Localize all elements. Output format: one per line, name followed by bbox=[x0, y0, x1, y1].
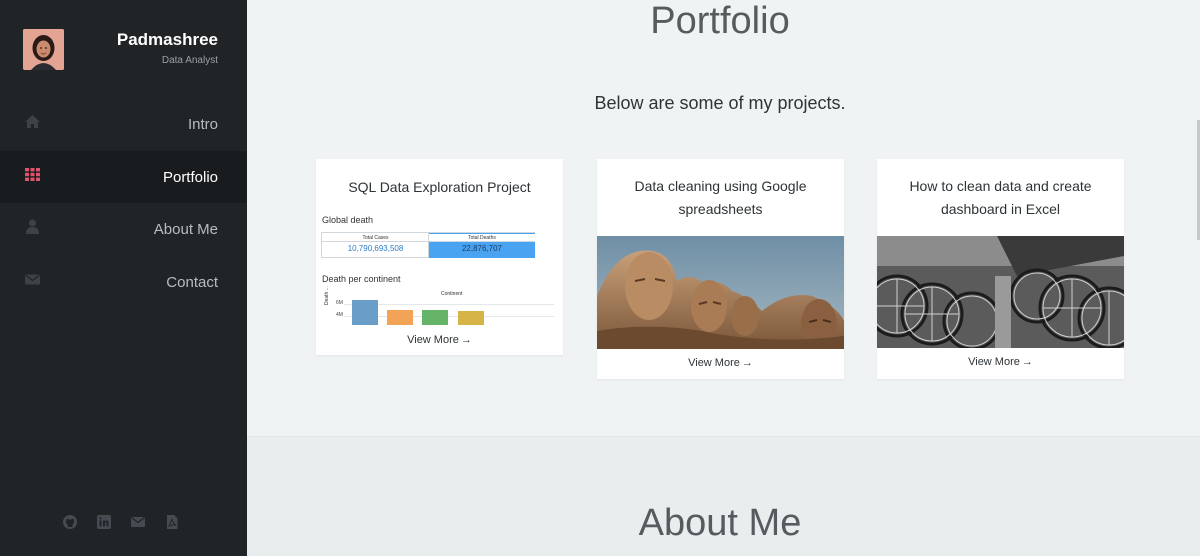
total-deaths-value: 22,876,707 bbox=[461, 244, 503, 253]
nav-item-about-me[interactable]: About Me bbox=[0, 203, 247, 256]
total-deaths-header: Total Deaths bbox=[429, 234, 535, 242]
project-card-google-sheets[interactable]: Data cleaning using Google spreadsheets bbox=[597, 159, 844, 379]
about-title: About Me bbox=[638, 502, 802, 544]
portfolio-title: Portfolio bbox=[650, 0, 790, 42]
portfolio-subtitle: Below are some of my projects. bbox=[594, 93, 846, 113]
continent-header: Continent bbox=[441, 291, 463, 297]
grid-icon bbox=[24, 166, 41, 183]
continent-bar bbox=[422, 310, 448, 325]
view-more-link[interactable]: View More → bbox=[316, 334, 563, 346]
sidebar-nav: Intro Portfolio About Me Contact bbox=[0, 98, 247, 308]
total-cases-header: Total Cases bbox=[322, 234, 429, 242]
pdf-file-icon[interactable] bbox=[164, 514, 180, 530]
bicycles-photo bbox=[865, 236, 1141, 351]
main-content: Portfolio Below are some of my projects.… bbox=[247, 0, 1200, 556]
profile: Padmashree Data Analyst bbox=[0, 0, 247, 98]
user-icon bbox=[24, 218, 41, 235]
project-card-title: Data cleaning using Google spreadsheets bbox=[634, 178, 807, 217]
global-death-label: Global death bbox=[322, 215, 374, 225]
view-more-label: View More bbox=[407, 334, 459, 346]
sidebar: Padmashree Data Analyst Intro Portfolio bbox=[0, 0, 247, 556]
home-icon bbox=[24, 113, 41, 130]
view-more-link[interactable]: View More → bbox=[877, 356, 1124, 368]
death-axis-label: Death ... bbox=[324, 286, 330, 305]
continent-bar bbox=[458, 311, 484, 325]
nav-item-contact[interactable]: Contact bbox=[0, 256, 247, 309]
about-section: About Me bbox=[247, 437, 1200, 556]
total-cases-value: 10,790,693,508 bbox=[347, 244, 404, 253]
arrow-right-icon: → bbox=[1021, 356, 1033, 368]
nav-label-portfolio: Portfolio bbox=[162, 168, 218, 186]
project-card-excel-dashboard[interactable]: How to clean data and create dashboard i… bbox=[865, 159, 1141, 379]
nav-label-contact: Contact bbox=[166, 273, 218, 291]
nav-label-intro: Intro bbox=[187, 116, 218, 133]
continent-bar bbox=[352, 300, 378, 325]
tick-6m: 6M bbox=[336, 300, 343, 306]
linkedin-icon[interactable] bbox=[96, 514, 112, 530]
portfolio-section: Portfolio Below are some of my projects.… bbox=[247, 0, 1200, 437]
kpi-table: Total Cases 10,790,693,508 Total Deaths … bbox=[321, 232, 535, 258]
nav-item-intro[interactable]: Intro bbox=[0, 98, 247, 151]
mount-rushmore-photo bbox=[597, 236, 844, 349]
death-per-continent-label: Death per continent bbox=[322, 274, 401, 284]
envelope-icon bbox=[24, 271, 41, 288]
project-card-title: How to clean data and create dashboard i… bbox=[909, 178, 1092, 217]
view-more-link[interactable]: View More → bbox=[597, 357, 844, 369]
continent-bar bbox=[387, 310, 413, 325]
view-more-label: View More bbox=[688, 357, 740, 369]
total-deaths-cell: Total Deaths 22,876,707 bbox=[428, 233, 535, 258]
profile-role: Data Analyst bbox=[161, 55, 218, 66]
github-icon[interactable] bbox=[62, 514, 78, 530]
nav-label-about-me: About Me bbox=[153, 221, 218, 238]
nav-item-portfolio[interactable]: Portfolio bbox=[0, 150, 247, 203]
profile-name: Padmashree bbox=[116, 30, 218, 49]
tick-4m: 4M bbox=[336, 312, 343, 318]
avatar bbox=[23, 29, 64, 70]
project-card-title: SQL Data Exploration Project bbox=[348, 179, 531, 195]
total-cases-cell: Total Cases 10,790,693,508 bbox=[322, 233, 429, 258]
arrow-right-icon: → bbox=[460, 334, 472, 346]
arrow-right-icon: → bbox=[741, 357, 753, 369]
view-more-label: View More bbox=[968, 356, 1020, 368]
social-links bbox=[62, 514, 180, 530]
email-icon[interactable] bbox=[130, 514, 146, 530]
project-card-sql[interactable]: SQL Data Exploration Project Global deat… bbox=[316, 159, 563, 355]
